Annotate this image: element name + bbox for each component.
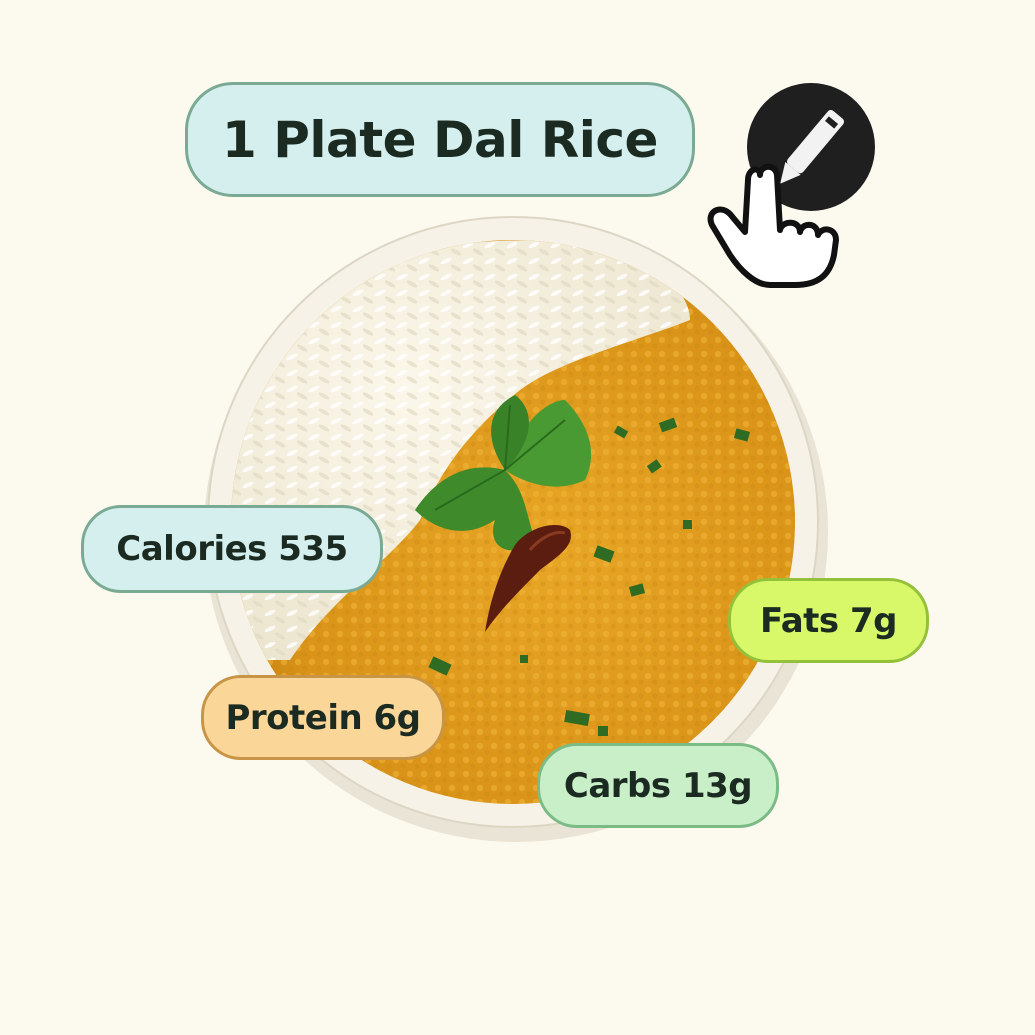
protein-text: Protein 6g [225, 697, 421, 738]
dish-title-text: 1 Plate Dal Rice [222, 110, 658, 169]
fats-text: Fats 7g [760, 600, 898, 641]
calories-text: Calories 535 [116, 529, 348, 569]
tap-edit-icon[interactable] [700, 80, 885, 300]
carbs-badge: Carbs 13g [537, 743, 779, 828]
protein-badge: Protein 6g [201, 675, 445, 760]
fats-badge: Fats 7g [728, 578, 929, 663]
carbs-text: Carbs 13g [563, 765, 753, 806]
dish-title: 1 Plate Dal Rice [185, 82, 695, 197]
calories-badge: Calories 535 [81, 505, 383, 593]
